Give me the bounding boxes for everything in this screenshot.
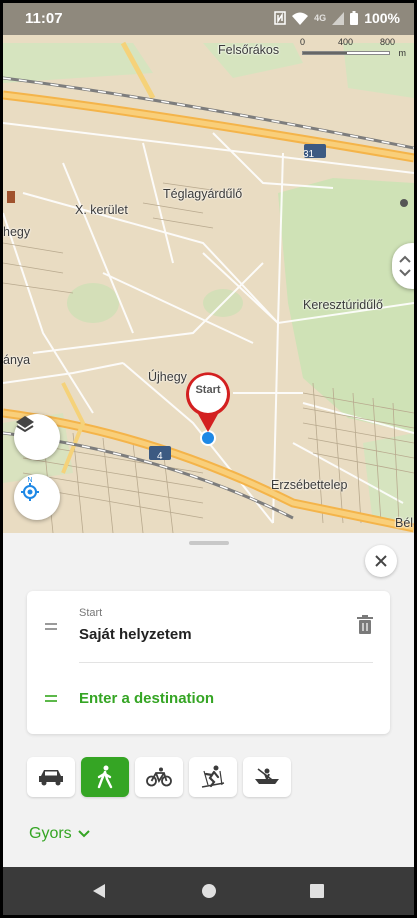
svg-text:N: N: [27, 477, 32, 484]
map-pin-icon: [186, 372, 230, 432]
system-nav-bar: [3, 867, 414, 915]
wifi-icon: [292, 12, 309, 25]
mode-bicycle-button[interactable]: [135, 757, 183, 797]
trash-icon[interactable]: [357, 615, 373, 635]
scale-tick-0: 0: [300, 37, 306, 47]
car-icon: [39, 770, 63, 786]
mode-boat-button[interactable]: [243, 757, 291, 797]
status-time: 11:07: [25, 10, 63, 27]
map-side-panel-handle[interactable]: [392, 243, 414, 289]
map-label-anya: ánya: [3, 353, 31, 367]
map-label-keresztúridulo: Keresztúridűlő: [303, 298, 383, 312]
start-point-row[interactable]: Start Saját helyzetem: [27, 591, 390, 661]
mode-car-button[interactable]: [27, 757, 75, 797]
map-label-ujhegy: Újhegy: [148, 370, 187, 384]
battery-level: 100%: [364, 10, 400, 26]
route-type-dropdown[interactable]: Gyors: [29, 825, 90, 843]
destination-row[interactable]: Enter a destination: [27, 663, 390, 733]
close-icon: [375, 555, 387, 567]
nav-home-button[interactable]: [199, 881, 219, 901]
nfc-icon: [274, 11, 286, 25]
nav-recents-button[interactable]: [307, 881, 327, 901]
mode-walk-button[interactable]: [81, 757, 129, 797]
sheet-grabber[interactable]: [189, 541, 229, 545]
road-shield-4: 4: [157, 451, 163, 462]
scale-tick-800: 800: [380, 37, 396, 47]
drag-handle-icon[interactable]: [45, 695, 57, 702]
walk-icon: [97, 765, 113, 789]
scale-tick-400: 400: [338, 37, 354, 47]
layers-icon: [16, 416, 34, 433]
map-view[interactable]: 31 4 Felsőrákos Téglagyárdűlő X. kerület…: [3, 3, 414, 533]
compass-icon: N: [21, 477, 39, 501]
route-points-card: Start Saját helyzetem Enter a destinatio…: [27, 591, 390, 734]
status-bar: 11:07 4G 100%: [3, 3, 414, 35]
map-label-erzsebettelep: Erzsébettelep: [271, 478, 348, 492]
home-circle-icon: [202, 884, 216, 898]
scale-bar-graphic: [302, 51, 390, 55]
drag-handle-icon[interactable]: [45, 623, 57, 630]
close-button[interactable]: [365, 545, 397, 577]
map-scale-bar: 0 400 800 m: [300, 37, 407, 61]
start-caption: Start: [79, 607, 103, 619]
status-icons: 4G 100%: [274, 10, 400, 26]
battery-icon: [350, 11, 359, 25]
bicycle-icon: [146, 767, 172, 787]
scale-unit: m: [398, 48, 407, 58]
layers-button[interactable]: [14, 414, 60, 460]
signal-4g-icon: [332, 11, 345, 25]
ski-icon: [201, 765, 225, 788]
recents-square-icon: [310, 884, 324, 898]
map-label-bel: Bél: [395, 516, 414, 530]
chevron-down-icon: [77, 830, 90, 838]
destination-input[interactable]: Enter a destination: [79, 690, 214, 707]
map-label-felsorakos: Felsőrákos: [218, 43, 280, 57]
start-value: Saját helyzetem: [79, 626, 192, 643]
mode-ski-button[interactable]: [189, 757, 237, 797]
chevron-up-down-icon: [399, 255, 411, 277]
map-label-teglagyardulo: Téglagyárdűlő: [163, 187, 243, 201]
start-pin[interactable]: Start: [184, 370, 232, 434]
map-canvas: [3, 41, 414, 533]
back-triangle-icon: [93, 884, 105, 898]
map-label-hegy: hegy: [3, 225, 31, 239]
road-shield-31: 31: [303, 149, 315, 160]
route-planner-sheet: Start Saját helyzetem Enter a destinatio…: [3, 533, 414, 867]
travel-mode-selector: [27, 757, 291, 799]
pin-label: Start: [195, 384, 221, 396]
compass-button[interactable]: N: [14, 474, 60, 520]
app-screen: 31 4 Felsőrákos Téglagyárdűlő X. kerület…: [3, 3, 414, 915]
nav-back-button[interactable]: [89, 881, 109, 901]
map-label-x-kerulet: X. kerület: [75, 203, 128, 217]
boat-icon: [255, 768, 279, 784]
route-type-label: Gyors: [29, 825, 72, 842]
network-type: 4G: [314, 13, 327, 23]
